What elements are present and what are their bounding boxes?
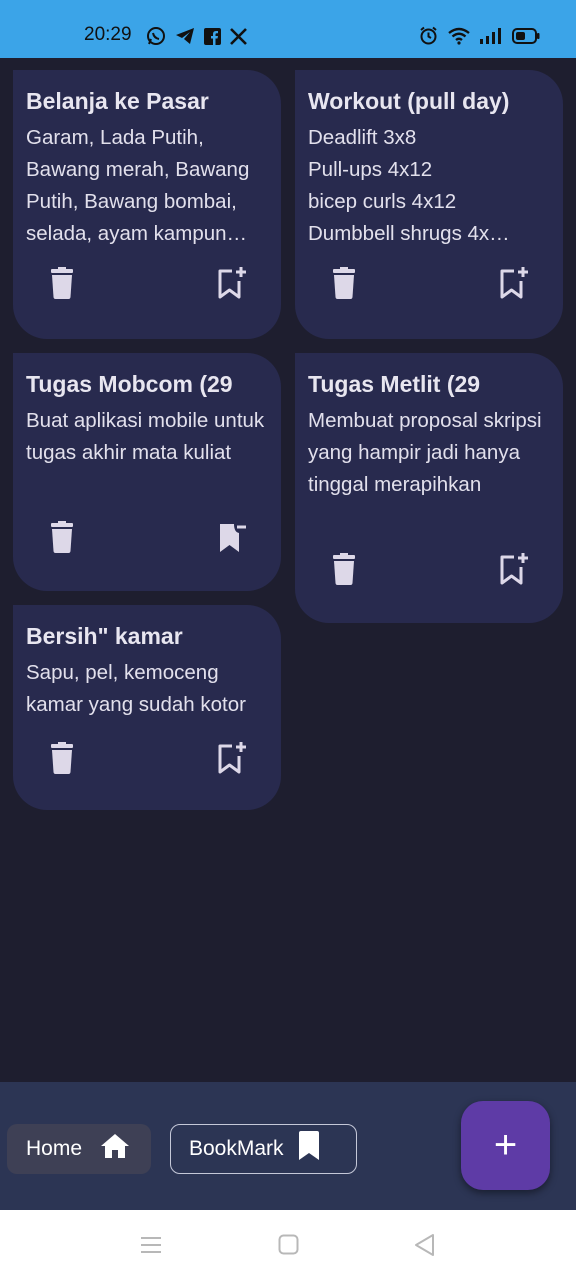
note-body: Membuat proposal skripsi yang hampir jad… (308, 409, 542, 496)
bookmark-add-icon[interactable] (499, 553, 531, 587)
bookmark-remove-icon[interactable] (217, 521, 249, 555)
note-body-line: Dumbbell shrugs 4x… (308, 222, 510, 245)
alarm-icon (419, 26, 438, 45)
note-card[interactable]: Tugas Metlit (29 Membuat proposal skrips… (295, 353, 563, 623)
bookmark-add-icon[interactable] (217, 742, 249, 776)
bookmark-icon (298, 1131, 320, 1167)
add-note-button[interactable]: + (461, 1101, 550, 1190)
home-tab-label: Home (26, 1137, 83, 1160)
wifi-icon (448, 27, 470, 45)
bookmark-add-icon[interactable] (217, 267, 249, 301)
home-tab[interactable]: Home (7, 1124, 151, 1174)
status-bar: 20:29 (0, 0, 576, 58)
bookmark-add-icon[interactable] (499, 267, 531, 301)
signal-icon (480, 27, 502, 44)
note-title: Belanja ke Pasar (26, 88, 209, 114)
telegram-icon (175, 27, 195, 45)
note-title: Tugas Mobcom (29 (26, 371, 233, 397)
note-title: Workout (pull day) (308, 88, 510, 114)
x-icon (230, 27, 247, 45)
note-body: Buat aplikasi mobile untuk tugas akhir m… (26, 409, 265, 464)
note-body: Garam, Lada Putih, Bawang merah, Bawang … (26, 126, 250, 245)
note-body: Sapu, pel, kemoceng kamar yang sudah kot… (26, 661, 246, 716)
note-title: Bersih" kamar (26, 623, 183, 649)
status-time: 20:29 (84, 24, 132, 45)
note-card[interactable]: Bersih" kamar Sapu, pel, kemoceng kamar … (13, 605, 281, 810)
bookmark-tab[interactable]: BookMark (170, 1124, 357, 1174)
notes-grid: Belanja ke Pasar Garam, Lada Putih, Bawa… (0, 58, 576, 1082)
home-square-icon[interactable] (278, 1234, 299, 1260)
note-card[interactable]: Tugas Mobcom (29 Buat aplikasi mobile un… (13, 353, 281, 591)
trash-icon[interactable] (49, 742, 79, 776)
trash-icon[interactable] (331, 267, 361, 301)
notification-icons (146, 26, 247, 46)
system-status-icons (419, 26, 540, 45)
trash-icon[interactable] (49, 521, 79, 555)
battery-icon (512, 27, 540, 44)
whatsapp-icon (146, 26, 166, 46)
home-icon (100, 1133, 130, 1165)
plus-icon: + (493, 1123, 518, 1167)
back-icon[interactable] (413, 1233, 435, 1262)
bookmark-tab-label: BookMark (189, 1137, 284, 1160)
trash-icon[interactable] (49, 267, 79, 301)
facebook-icon (204, 27, 221, 45)
trash-icon[interactable] (331, 553, 361, 587)
system-navigation-bar (0, 1210, 576, 1280)
note-body-line: Pull-ups 4x12 (308, 158, 433, 181)
note-body-line: Deadlift 3x8 (308, 126, 417, 149)
bottom-navigation: Home BookMark + (0, 1082, 576, 1210)
note-body: Deadlift 3x8 Pull-ups 4x12 bicep curls 4… (308, 122, 549, 250)
note-body-line: bicep curls 4x12 (308, 190, 457, 213)
note-card[interactable]: Belanja ke Pasar Garam, Lada Putih, Bawa… (13, 70, 281, 339)
menu-icon[interactable] (140, 1236, 162, 1259)
note-title: Tugas Metlit (29 (308, 371, 481, 397)
note-card[interactable]: Workout (pull day) Deadlift 3x8 Pull-ups… (295, 70, 563, 339)
